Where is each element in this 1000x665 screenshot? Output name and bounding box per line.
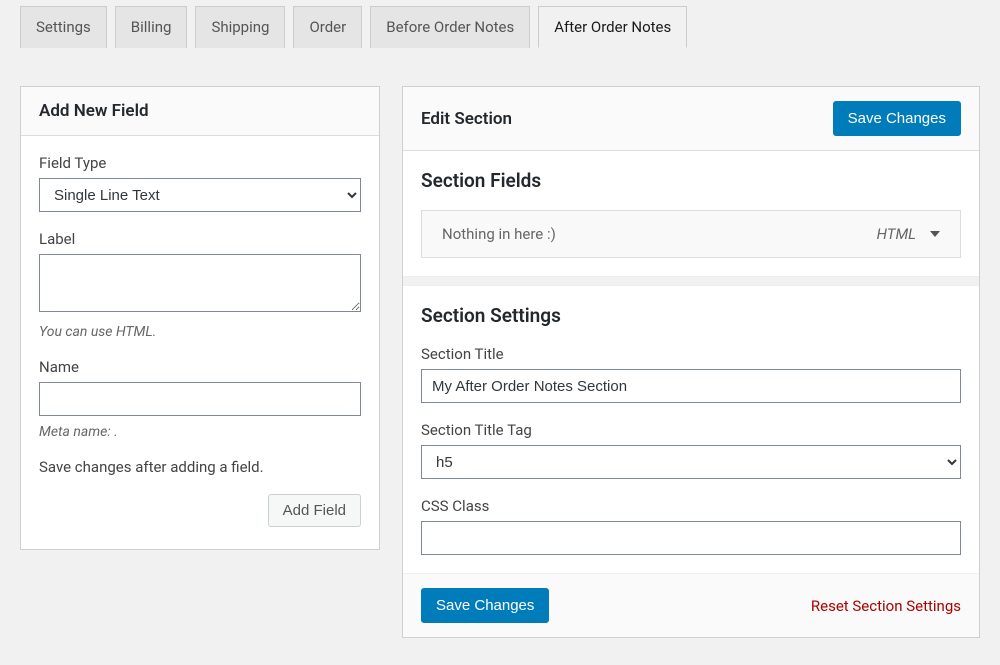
tab-after-order-notes[interactable]: After Order Notes <box>538 6 687 48</box>
section-title-label: Section Title <box>421 345 961 363</box>
section-title-tag-label: Section Title Tag <box>421 421 961 439</box>
add-field-body: Field Type Single Line Text Label You ca… <box>21 136 379 549</box>
section-fields-title: Section Fields <box>421 169 961 192</box>
field-type-select[interactable]: Single Line Text <box>39 178 361 212</box>
field-type-label: Field Type <box>39 154 361 172</box>
section-title-input[interactable] <box>421 369 961 403</box>
edit-section-header: Edit Section Save Changes <box>403 87 979 151</box>
name-label: Name <box>39 358 361 376</box>
tab-settings[interactable]: Settings <box>20 6 107 48</box>
tabs-row: Settings Billing Shipping Order Before O… <box>0 0 1000 48</box>
add-field-title: Add New Field <box>39 101 149 121</box>
label-label: Label <box>39 230 361 248</box>
html-dropdown[interactable]: HTML <box>877 225 940 243</box>
save-note: Save changes after adding a field. <box>39 458 361 476</box>
css-class-label: CSS Class <box>421 497 961 515</box>
edit-section-title: Edit Section <box>421 109 512 129</box>
empty-fields-row: Nothing in here :) HTML <box>421 210 961 258</box>
content-area: Add New Field Field Type Single Line Tex… <box>0 48 1000 658</box>
section-settings-block: Section Settings Section Title Section T… <box>403 286 979 573</box>
add-field-button[interactable]: Add Field <box>268 494 361 527</box>
label-help: You can use HTML. <box>39 324 361 340</box>
section-fields-block: Section Fields Nothing in here :) HTML <box>403 151 979 276</box>
reset-section-link[interactable]: Reset Section Settings <box>811 597 961 615</box>
name-input[interactable] <box>39 382 361 416</box>
section-title-tag-select[interactable]: h5 <box>421 445 961 479</box>
save-changes-bottom-button[interactable]: Save Changes <box>421 588 549 623</box>
empty-fields-text: Nothing in here :) <box>442 225 556 243</box>
edit-section-footer: Save Changes Reset Section Settings <box>403 573 979 637</box>
html-dropdown-label: HTML <box>877 225 916 243</box>
separator <box>403 276 979 286</box>
add-field-header: Add New Field <box>21 87 379 136</box>
name-help: Meta name: . <box>39 424 361 440</box>
add-field-panel: Add New Field Field Type Single Line Tex… <box>20 86 380 550</box>
tab-before-order-notes[interactable]: Before Order Notes <box>370 6 530 48</box>
label-textarea[interactable] <box>39 254 361 312</box>
section-settings-title: Section Settings <box>421 304 961 327</box>
tab-billing[interactable]: Billing <box>115 6 188 48</box>
tab-order[interactable]: Order <box>293 6 362 48</box>
save-changes-top-button[interactable]: Save Changes <box>833 101 961 136</box>
chevron-down-icon <box>930 231 940 237</box>
css-class-input[interactable] <box>421 521 961 555</box>
edit-section-panel: Edit Section Save Changes Section Fields… <box>402 86 980 638</box>
tab-shipping[interactable]: Shipping <box>195 6 285 48</box>
